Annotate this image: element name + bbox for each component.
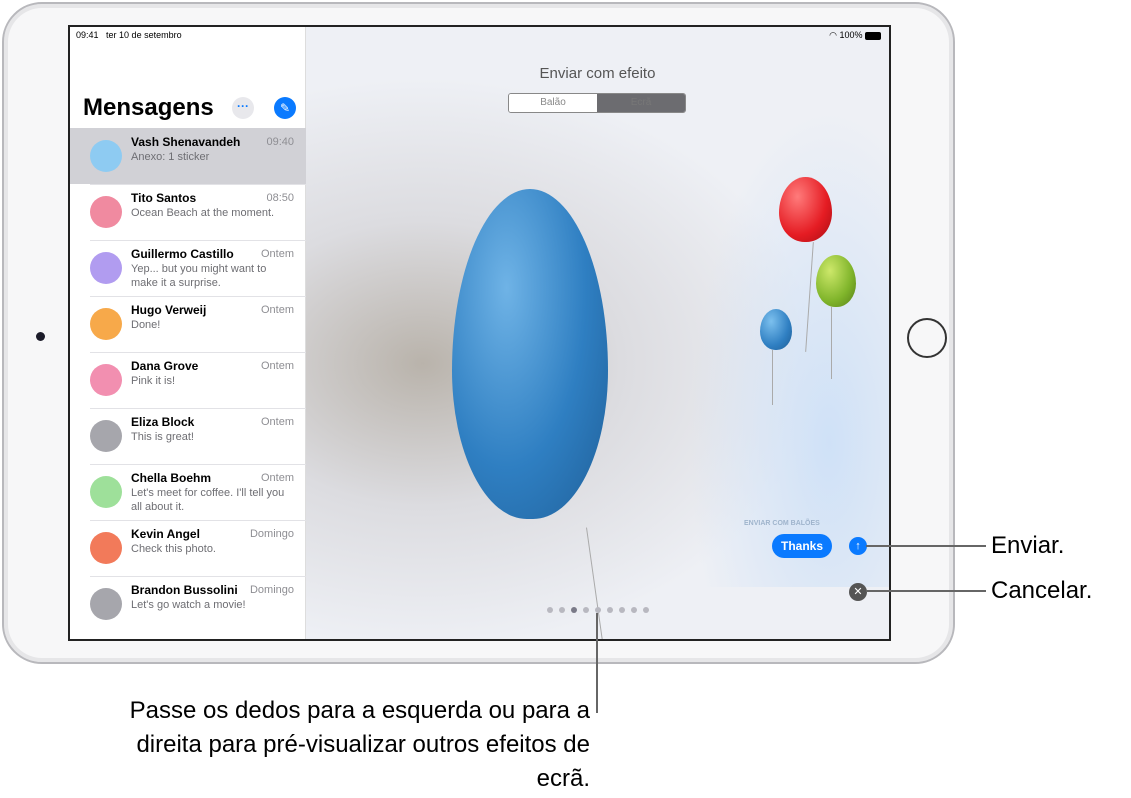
message-time: 08:50 [266,192,294,204]
message-bubble: Thanks [772,534,833,558]
conversation-row[interactable]: Eliza Block Ontem This is great! [70,408,306,464]
avatar [90,364,122,396]
screen: 09:41 ter 10 de setembro ◠ 100% Mensagen… [68,25,891,641]
contact-name: Dana Grove [131,359,199,373]
avatar [90,140,122,172]
cancel-button[interactable]: ✕ [849,583,867,601]
effect-preview[interactable]: Enviar com efeito Balão Ecrã ENVIAR COM … [306,27,889,639]
balloon-blue-small [760,309,792,350]
status-time: 09:41 [76,30,99,40]
arrow-up-icon: ↑ [855,540,861,552]
effect-label: ENVIAR COM BALÕES [744,520,820,527]
page-title: Mensagens [83,94,214,121]
balloon-string [772,350,773,405]
page-indicator[interactable] [547,607,649,613]
callout-line-send [866,545,986,547]
contact-name: Kevin Angel [131,527,200,541]
message-preview: Pink it is! [131,375,176,387]
battery-level: 100% [839,30,863,40]
page-dot[interactable] [571,607,577,613]
balloon-green [816,255,856,307]
balloon-red [779,177,832,242]
conversation-row[interactable]: Vash Shenavandeh 09:40 Anexo: 1 sticker [70,128,306,184]
page-dot[interactable] [583,607,589,613]
home-button[interactable] [907,318,947,358]
message-time: Ontem [260,304,294,316]
message-preview: Check this photo. [131,543,216,555]
avatar [90,476,122,508]
message-time: Domingo [249,528,294,540]
message-preview: Done! [131,319,161,331]
contact-name: Hugo Verweij [131,303,207,317]
close-icon: ✕ [853,586,863,598]
conversation-row[interactable]: Guillermo Castillo Ontem Yep... but you … [70,240,306,296]
page-dot[interactable] [631,607,637,613]
more-button[interactable]: ··· [232,97,254,119]
message-preview: Yep... but you might want to make it a s… [131,263,267,289]
balloon-large [452,189,608,519]
callout-line-cancel [866,590,986,592]
message-time: Ontem [260,248,294,260]
avatar [90,196,122,228]
conversation-row[interactable]: Chella Boehm Ontem Let's meet for coffee… [70,464,306,520]
page-dot[interactable] [643,607,649,613]
message-preview: Let's meet for coffee. I'll tell you all… [131,487,285,513]
message-time: Domingo [249,584,294,596]
page-dot[interactable] [607,607,613,613]
message-time: Ontem [260,472,294,484]
camera [36,332,45,341]
conversation-row[interactable]: Dana Grove Ontem Pink it is! [70,352,306,408]
message-time: Ontem [260,416,294,428]
page-dot[interactable] [547,607,553,613]
status-date: ter 10 de setembro [106,30,182,40]
effect-title: Enviar com efeito [539,65,656,82]
callout-send: Enviar. [991,532,1065,559]
message-time: Ontem [260,360,294,372]
page-dot[interactable] [559,607,565,613]
effect-segmented-control: Balão Ecrã [508,93,686,113]
avatar [90,532,122,564]
compose-icon[interactable]: ✎ [274,97,296,119]
contact-name: Tito Santos [131,191,197,205]
callout-swipe: Passe os dedos para a esquerda ou para a… [129,697,590,792]
message-time: 09:40 [266,136,294,148]
conversation-list: Vash Shenavandeh 09:40 Anexo: 1 sticker … [70,128,306,632]
balloon-string [831,307,832,379]
avatar [90,252,122,284]
avatar [90,588,122,620]
contact-name: Vash Shenavandeh [131,135,241,149]
conversation-row[interactable]: Brandon Bussolini Domingo Let's go watch… [70,576,306,632]
contact-name: Chella Boehm [131,471,212,485]
segment-screen[interactable]: Ecrã [597,94,685,112]
page-dot[interactable] [619,607,625,613]
avatar [90,308,122,340]
conversation-row[interactable]: Tito Santos 08:50 Ocean Beach at the mom… [70,184,306,240]
wifi-icon: ◠ [829,30,837,40]
callout-cancel: Cancelar. [991,577,1093,604]
send-button[interactable]: ↑ [849,537,867,555]
battery-icon [865,31,881,40]
contact-name: Brandon Bussolini [131,583,238,597]
message-preview: Anexo: 1 sticker [131,151,210,163]
status-bar-right: ◠ 100% [829,30,881,41]
conversation-row[interactable]: Hugo Verweij Ontem Done! [70,296,306,352]
callout-line-swipe [596,613,598,713]
conversation-row[interactable]: Kevin Angel Domingo Check this photo. [70,520,306,576]
balloon-string [586,527,603,639]
segment-balloon[interactable]: Balão [509,94,597,112]
message-preview: Let's go watch a movie! [131,599,246,611]
contact-name: Guillermo Castillo [131,247,234,261]
avatar [90,420,122,452]
conversation-sidebar: Mensagens ··· ✎ Vash Shenavandeh 09:40 A… [70,27,306,639]
contact-name: Eliza Block [131,415,195,429]
message-preview: Ocean Beach at the moment. [131,207,275,219]
message-preview: This is great! [131,431,194,443]
background-glow [689,107,889,587]
status-bar-left: 09:41 ter 10 de setembro [76,30,182,40]
